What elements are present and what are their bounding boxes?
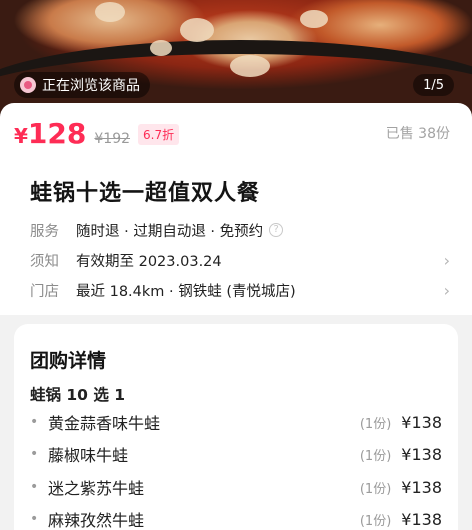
item-price: ¥138: [401, 509, 442, 529]
product-title: 蛙锅十选一超值双人餐: [30, 181, 261, 206]
notice-label: 须知: [30, 253, 59, 270]
food-piece: [180, 18, 214, 42]
browsing-indicator: 正在浏览该商品: [14, 72, 150, 98]
bullet-icon: •: [30, 511, 39, 527]
item-name: 迷之紫苏牛蛙: [48, 479, 145, 498]
group-details-card: 团购详情 蛙锅 10 选 1 • 黄金蒜香味牛蛙 (1份) ¥138 • 藤椒味…: [14, 324, 458, 530]
item-name: 麻辣孜然牛蛙: [48, 511, 145, 530]
chevron-right-icon: ›: [443, 281, 450, 300]
item-qty: (1份): [359, 416, 392, 432]
item-qty: (1份): [359, 513, 392, 529]
store-row[interactable]: 门店 最近 18.4km · 钢铁蛙 (青悦城店) ›: [30, 278, 450, 302]
list-item: • 麻辣孜然牛蛙 (1份) ¥138: [30, 507, 442, 530]
list-item: • 迷之紫苏牛蛙 (1份) ¥138: [30, 475, 442, 499]
original-price: ¥192: [94, 131, 131, 147]
service-value: 随时退 · 过期自动退 · 免预约: [76, 223, 264, 240]
item-name: 黄金蒜香味牛蛙: [48, 414, 161, 433]
group-subtitle: 蛙锅 10 选 1: [30, 386, 126, 404]
product-info-card: ¥ 128 ¥192 6.7折 已售 38份 蛙锅十选一超值双人餐 服务 随时退…: [0, 103, 472, 315]
food-piece: [230, 55, 270, 77]
product-image[interactable]: 正在浏览该商品 1/5: [0, 0, 472, 120]
item-price: ¥138: [401, 444, 442, 464]
bullet-icon: •: [30, 479, 39, 495]
bullet-icon: •: [30, 414, 39, 430]
image-page-indicator: 1/5: [413, 74, 454, 96]
list-item: • 藤椒味牛蛙 (1份) ¥138: [30, 442, 442, 466]
store-label: 门店: [30, 283, 59, 300]
help-icon[interactable]: ?: [269, 223, 284, 237]
chevron-right-icon: ›: [443, 251, 450, 270]
price-row: ¥ 128 ¥192 6.7折: [14, 117, 180, 150]
browsing-dot-icon: [20, 77, 36, 93]
notice-value: 有效期至 2023.03.24: [76, 253, 222, 270]
current-price: 128: [27, 117, 87, 150]
food-piece: [95, 2, 125, 22]
item-price: ¥138: [401, 477, 442, 497]
food-piece: [300, 10, 328, 28]
service-row[interactable]: 服务 随时退 · 过期自动退 · 免预约 ?: [30, 218, 450, 242]
browsing-text: 正在浏览该商品: [42, 78, 140, 94]
food-piece: [150, 40, 172, 56]
sold-count: 已售 38份: [385, 126, 450, 142]
list-item: • 黄金蒜香味牛蛙 (1份) ¥138: [30, 410, 442, 434]
item-qty: (1份): [359, 448, 392, 464]
service-label: 服务: [30, 223, 59, 240]
item-name: 藤椒味牛蛙: [48, 446, 129, 465]
currency-symbol: ¥: [14, 124, 28, 148]
discount-badge: 6.7折: [138, 124, 180, 145]
notice-row[interactable]: 须知 有效期至 2023.03.24 ›: [30, 248, 450, 272]
group-details-title: 团购详情: [30, 350, 107, 372]
item-price: ¥138: [401, 412, 442, 432]
store-value: 最近 18.4km · 钢铁蛙 (青悦城店): [76, 283, 296, 300]
item-qty: (1份): [359, 481, 392, 497]
bullet-icon: •: [30, 446, 39, 462]
